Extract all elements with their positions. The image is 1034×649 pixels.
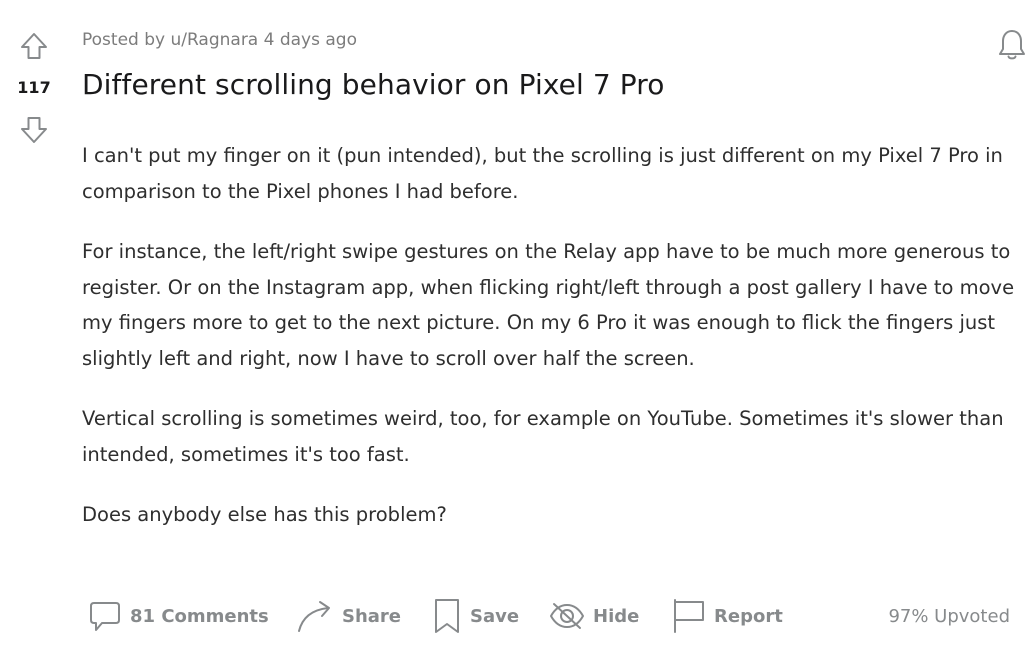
downvote-button[interactable] <box>18 114 50 146</box>
report-label: Report <box>714 605 783 627</box>
share-label: Share <box>342 605 402 627</box>
post-paragraph: Vertical scrolling is sometimes weird, t… <box>82 407 1004 466</box>
comment-bubble-icon <box>90 602 120 631</box>
post-title[interactable]: Different scrolling behavior on Pixel 7 … <box>82 68 664 101</box>
comments-button[interactable]: 81 Comments <box>88 596 269 636</box>
vote-score: 117 <box>17 78 51 97</box>
bookmark-icon <box>435 599 459 633</box>
vote-column: 117 <box>0 28 68 158</box>
post-paragraph: Does anybody else has this problem? <box>82 503 447 526</box>
share-arrow-icon <box>298 601 330 632</box>
save-button[interactable]: Save <box>432 596 519 636</box>
post-body: I can't put my finger on it (pun intende… <box>82 138 1017 558</box>
post-meta: Posted by u/Ragnara 4 days ago <box>82 30 357 50</box>
save-label: Save <box>470 605 520 627</box>
post-paragraph: I can't put my finger on it (pun intende… <box>82 144 1003 203</box>
share-button[interactable]: Share <box>296 596 401 636</box>
flag-icon <box>674 599 704 633</box>
hide-button[interactable]: Hide <box>549 596 639 636</box>
comments-label: 81 Comments <box>130 605 269 627</box>
post-paragraph: For instance, the left/right swipe gestu… <box>82 240 1015 370</box>
notification-bell-icon <box>999 30 1025 60</box>
report-button[interactable]: Report <box>672 596 783 636</box>
eye-slash-icon <box>550 603 584 629</box>
post-action-bar: 81 Comments Share Save Hide Report 97% U… <box>88 596 1010 636</box>
upvote-arrow-icon <box>21 33 47 59</box>
hide-label: Hide <box>593 605 640 627</box>
downvote-arrow-icon <box>21 117 47 143</box>
upvote-ratio: 97% Upvoted <box>888 605 1010 627</box>
upvote-button[interactable] <box>18 30 50 62</box>
notification-bell-button[interactable] <box>996 28 1028 62</box>
